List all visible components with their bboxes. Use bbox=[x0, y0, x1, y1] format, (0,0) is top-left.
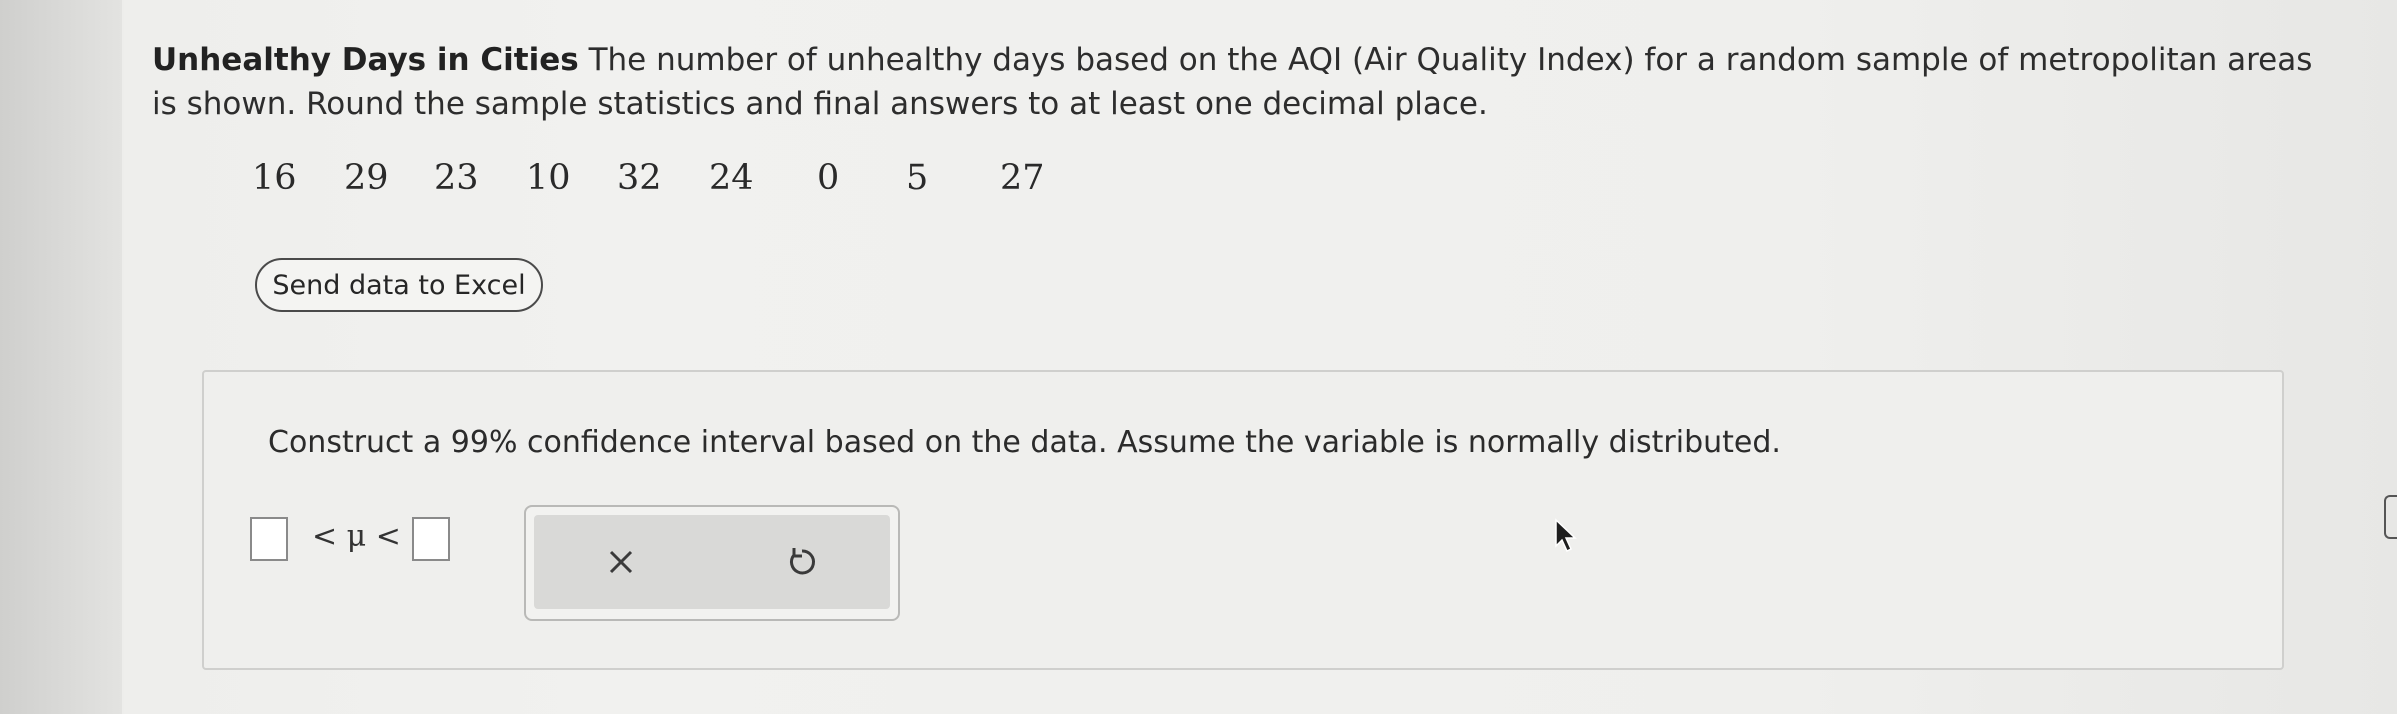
question-text: Construct a 99% confidence interval base… bbox=[268, 425, 1781, 460]
answer-panel bbox=[202, 370, 2284, 670]
clear-button[interactable] bbox=[596, 537, 646, 587]
data-value: 23 bbox=[434, 158, 479, 198]
data-value: 24 bbox=[709, 158, 754, 198]
answer-tools-bar bbox=[534, 515, 890, 609]
close-icon bbox=[609, 550, 633, 574]
data-value: 32 bbox=[617, 158, 662, 198]
reset-button[interactable] bbox=[777, 537, 827, 587]
send-data-to-excel-button[interactable]: Send data to Excel bbox=[255, 258, 543, 312]
problem-statement: Unhealthy Days in Cities The number of u… bbox=[152, 38, 2332, 126]
partial-bracket-icon bbox=[2384, 495, 2397, 539]
page-background: Unhealthy Days in Cities The number of u… bbox=[0, 0, 2397, 714]
data-value: 27 bbox=[1000, 158, 1045, 198]
data-value: 5 bbox=[906, 158, 929, 198]
problem-content: Unhealthy Days in Cities The number of u… bbox=[122, 0, 2397, 714]
undo-icon bbox=[790, 548, 815, 575]
data-value: 16 bbox=[252, 158, 297, 198]
data-value: 10 bbox=[526, 158, 571, 198]
data-value: 0 bbox=[817, 158, 840, 198]
screen-left-edge bbox=[0, 0, 122, 714]
problem-title: Unhealthy Days in Cities bbox=[152, 42, 579, 78]
mu-inequality: < μ < bbox=[312, 519, 401, 554]
data-value: 29 bbox=[344, 158, 389, 198]
lower-bound-input[interactable] bbox=[250, 517, 288, 561]
mouse-cursor-icon bbox=[1555, 518, 1577, 553]
upper-bound-input[interactable] bbox=[412, 517, 450, 561]
